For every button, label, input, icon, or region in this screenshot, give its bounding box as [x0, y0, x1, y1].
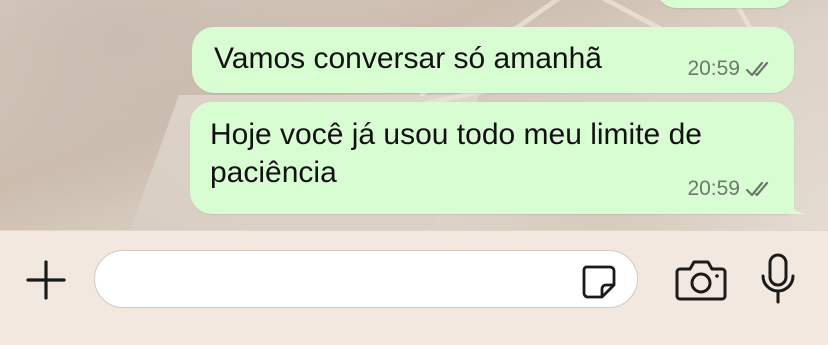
attach-button[interactable]	[22, 256, 70, 304]
voice-message-button[interactable]	[756, 251, 800, 307]
message-meta: 20:59	[687, 57, 774, 81]
microphone-icon	[761, 253, 795, 304]
camera-button[interactable]	[672, 255, 730, 305]
message-time: 20:59	[687, 57, 740, 80]
camera-icon	[675, 260, 727, 301]
double-check-icon	[746, 61, 769, 77]
plus-icon	[26, 260, 66, 300]
message-bubble[interactable]: Vamos conversar só amanhã 20:59	[192, 27, 794, 93]
sticker-button[interactable]	[576, 259, 620, 303]
double-check-icon	[746, 181, 769, 197]
message-meta: 20:59	[687, 177, 774, 201]
message-bubble[interactable]: Hoje você já usou todo meu limite de pac…	[190, 102, 806, 214]
message-time: 20:59	[687, 177, 740, 200]
bubble-tail	[776, 190, 806, 214]
message-input[interactable]	[94, 250, 638, 308]
composer-bar	[0, 230, 828, 345]
message-text: Vamos conversar só amanhã	[214, 42, 602, 75]
previous-message-bubble[interactable]	[655, 0, 795, 8]
sticker-icon	[582, 265, 616, 299]
chat-background[interactable]: Vamos conversar só amanhã 20:59 Hoje voc…	[0, 0, 828, 230]
